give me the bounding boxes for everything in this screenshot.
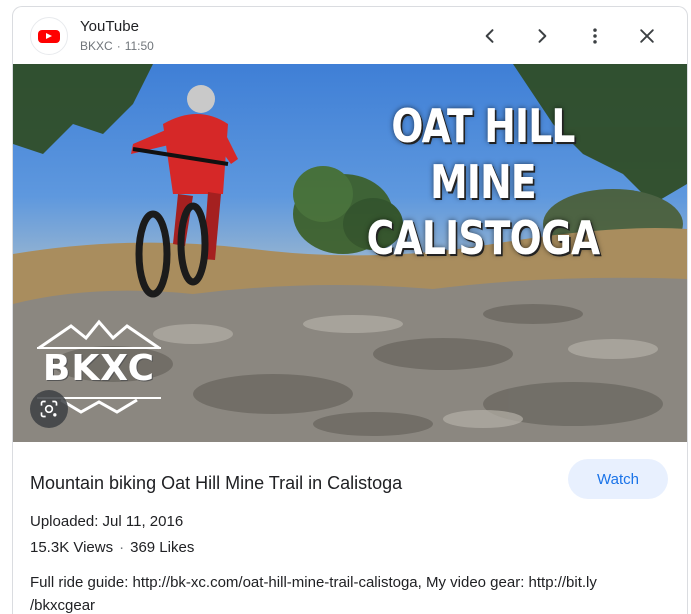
google-lens-icon [40, 400, 58, 418]
more-vert-icon [593, 28, 597, 44]
overlay-title-line-1: OAT HILL MINE [391, 99, 575, 209]
watch-button[interactable]: Watch [568, 459, 668, 499]
video-thumbnail[interactable]: OAT HILL MINE CALISTOGA BKXC [13, 64, 687, 442]
meta-separator: · [116, 39, 121, 53]
channel-logo-text: BKXC [42, 348, 156, 389]
video-stats: 15.3K Views · 369 Likes [30, 539, 194, 556]
stats-separator: · [119, 539, 125, 556]
source-meta: BKXC · 11:50 [80, 39, 154, 53]
like-count: 369 Likes [130, 539, 195, 556]
close-button[interactable] [632, 21, 662, 51]
thumbnail-overlay-title: OAT HILL MINE CALISTOGA [344, 98, 623, 266]
video-preview-panel: YouTube BKXC · 11:50 OAT HILL MINE CALIS… [12, 6, 688, 614]
view-count: 15.3K Views [30, 539, 114, 556]
panel-header: YouTube BKXC · 11:50 [13, 7, 687, 64]
next-button[interactable] [527, 21, 557, 51]
chevron-left-icon [485, 29, 494, 43]
overlay-title-line-2: CALISTOGA [366, 211, 601, 265]
channel-name: BKXC [80, 39, 113, 53]
upload-time: 11:50 [124, 39, 154, 53]
google-lens-button[interactable] [30, 390, 68, 428]
previous-button[interactable] [475, 21, 505, 51]
youtube-logo-icon [38, 30, 60, 43]
chevron-right-icon [538, 29, 547, 43]
source-name: YouTube [80, 18, 139, 35]
close-icon [640, 29, 654, 43]
upload-date: Uploaded: Jul 11, 2016 [30, 513, 184, 530]
more-options-button[interactable] [580, 21, 610, 51]
video-title[interactable]: Mountain biking Oat Hill Mine Trail in C… [30, 473, 530, 494]
source-favicon [30, 17, 68, 55]
video-description: Full ride guide: http://bk-xc.com/oat-hi… [30, 574, 597, 614]
